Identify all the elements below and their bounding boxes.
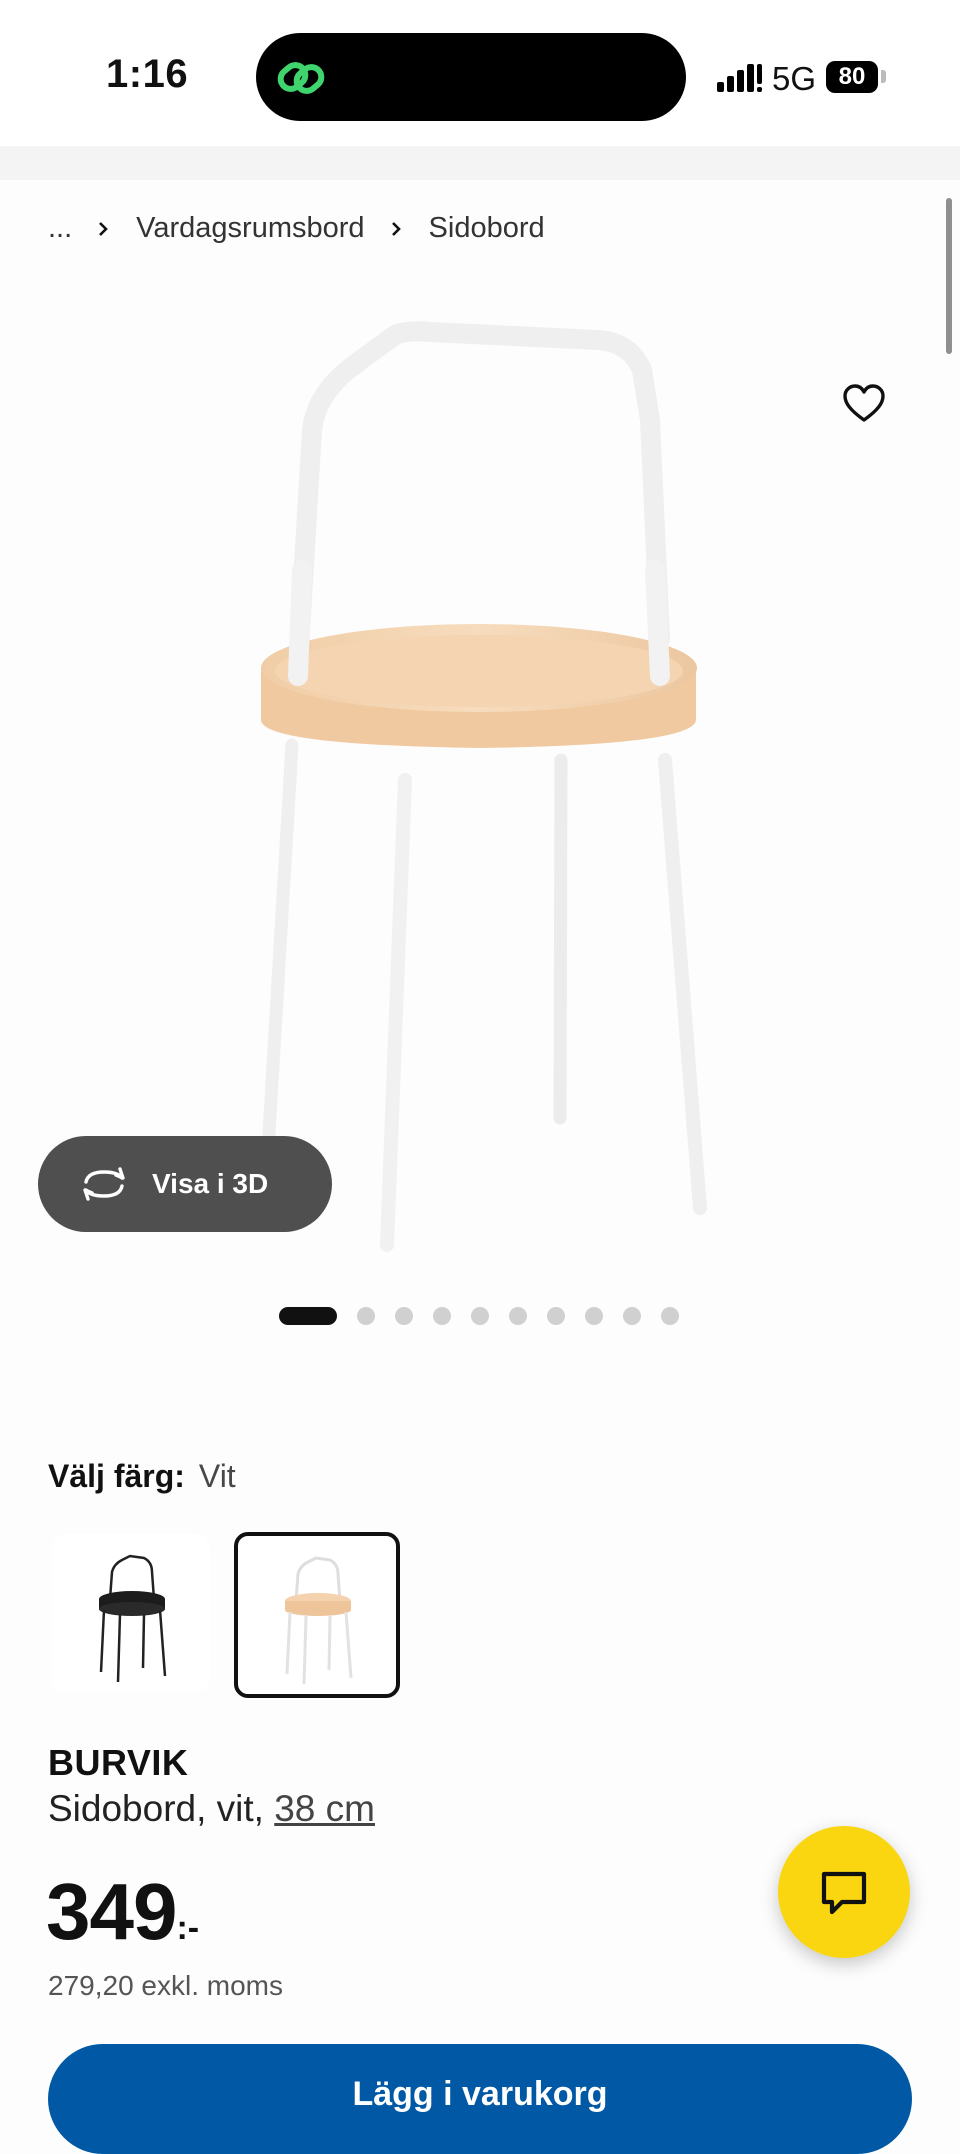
carousel-dot[interactable] [509, 1307, 527, 1325]
carousel-dot[interactable] [547, 1307, 565, 1325]
carousel-dot-active[interactable] [279, 1307, 337, 1325]
carousel-dot[interactable] [395, 1307, 413, 1325]
color-swatch-white[interactable] [234, 1532, 400, 1698]
breadcrumb-ellipsis[interactable]: ... [48, 212, 72, 245]
view-3d-button[interactable]: Visa i 3D [38, 1136, 332, 1232]
chat-bubble-icon [821, 1871, 867, 1915]
color-label-text: Välj färg: [48, 1458, 185, 1494]
price-suffix: :- [176, 1909, 200, 1947]
network-type: 5G [772, 60, 817, 97]
product-description: Sidobord, vit, 38 cm [48, 1788, 375, 1830]
product-price: 349:- [46, 1866, 199, 1958]
cellular-signal-icon [717, 64, 762, 92]
clock: 1:16 [106, 52, 189, 96]
carousel-dot[interactable] [623, 1307, 641, 1325]
carousel-dot[interactable] [585, 1307, 603, 1325]
chevron-right-icon [391, 221, 401, 236]
heart-icon[interactable] [842, 382, 886, 426]
breadcrumb: ... Vardagsrumsbord Sidobord [48, 212, 545, 245]
carousel-dot[interactable] [471, 1307, 489, 1325]
rotate-3d-icon [83, 1167, 125, 1201]
color-select-label: Välj färg: Vit [48, 1458, 236, 1495]
price-value: 349 [46, 1867, 177, 1956]
chat-button[interactable] [778, 1826, 910, 1958]
chevron-right-icon [99, 221, 109, 236]
selected-color-value: Vit [198, 1458, 236, 1494]
breadcrumb-item-sidobord[interactable]: Sidobord [429, 212, 545, 245]
carousel-dot[interactable] [357, 1307, 375, 1325]
battery-tip [881, 70, 886, 83]
black-table-thumbnail [99, 1554, 167, 1683]
color-swatch-black[interactable] [52, 1534, 210, 1692]
price-ex-vat: 279,20 exkl. moms [48, 1970, 283, 2001]
view-3d-label: Visa i 3D [152, 1168, 269, 1199]
product-size-link[interactable]: 38 cm [274, 1788, 375, 1829]
product-image[interactable] [240, 320, 720, 1260]
carousel-dot[interactable] [661, 1307, 679, 1325]
scrollbar-thumb[interactable] [946, 198, 952, 354]
header-divider [0, 146, 960, 180]
product-description-text: Sidobord, vit, [48, 1788, 264, 1829]
status-bar: 1:16 5G 80 [0, 0, 960, 146]
link-app-icon [277, 62, 325, 94]
battery-icon: 80 [826, 61, 878, 93]
white-table-thumbnail [285, 1556, 353, 1685]
dynamic-island [256, 33, 686, 121]
breadcrumb-item-vardagsrumsbord[interactable]: Vardagsrumsbord [136, 212, 364, 245]
carousel-dot[interactable] [433, 1307, 451, 1325]
carousel-indicator[interactable] [279, 1307, 699, 1325]
add-to-cart-button[interactable]: Lägg i varukorg [48, 2044, 912, 2154]
product-name: BURVIK [48, 1742, 189, 1783]
